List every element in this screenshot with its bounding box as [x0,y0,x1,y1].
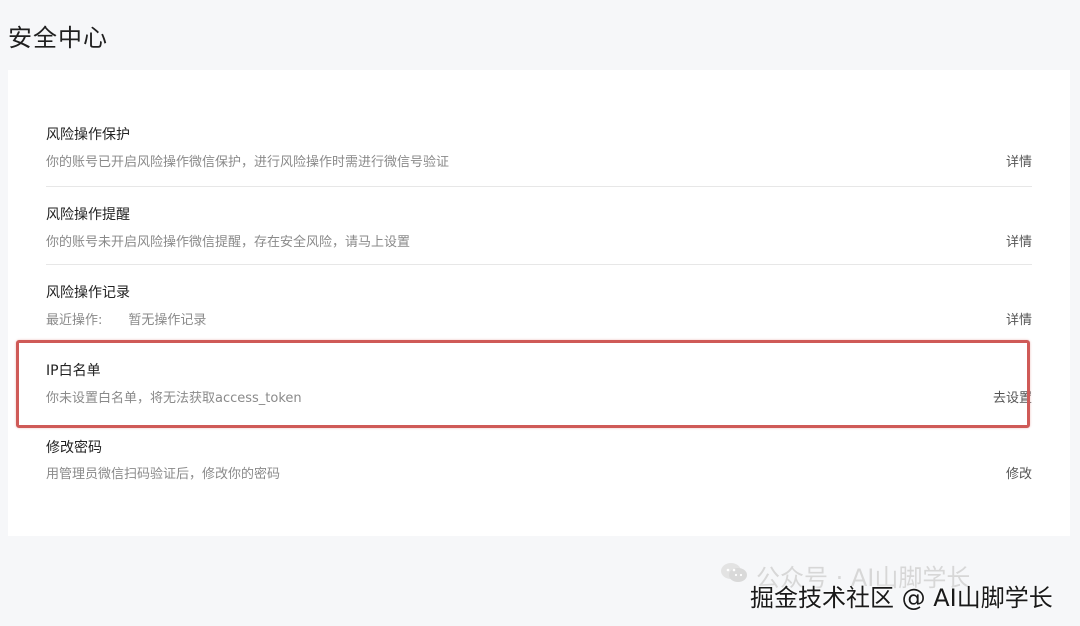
recent-operation-label: 最近操作: [46,313,103,328]
risk-protection-details-link[interactable]: 详情 [1006,151,1032,170]
risk-protection-title: 风险操作保护 [46,127,130,143]
recent-operation-value: 暂无操作记录 [128,313,207,328]
risk-records-desc: 最近操作: 暂无操作记录 [46,309,206,328]
security-settings-card: 风险操作保护 你的账号已开启风险操作微信保护，进行风险操作时需进行微信号验证 详… [8,70,1070,536]
risk-protection-desc: 你的账号已开启风险操作微信保护，进行风险操作时需进行微信号验证 [46,155,450,170]
change-password-desc: 用管理员微信扫码验证后，修改你的密码 [46,467,281,482]
risk-records-title: 风险操作记录 [46,285,130,301]
wechat-icon [720,562,748,590]
risk-records-details-link[interactable]: 详情 [1006,309,1032,328]
change-password-title: 修改密码 [46,440,102,456]
risk-reminder-title: 风险操作提醒 [46,207,130,223]
list-item-risk-records: 风险操作记录 最近操作: 暂无操作记录 详情 [46,264,1032,342]
change-password-link[interactable]: 修改 [1006,463,1032,482]
list-item-risk-reminder: 风险操作提醒 你的账号未开启风险操作微信提醒，存在安全风险，请马上设置 详情 [46,186,1032,265]
watermark-main: 掘金技术社区 @ AI山脚学长 [750,584,1053,612]
highlight-box [16,340,1030,428]
risk-reminder-desc: 你的账号未开启风险操作微信提醒，存在安全风险，请马上设置 [46,235,411,250]
risk-reminder-details-link[interactable]: 详情 [1006,231,1032,250]
page-title: 安全中心 [8,24,108,52]
list-item-risk-protection: 风险操作保护 你的账号已开启风险操作微信保护，进行风险操作时需进行微信号验证 详… [46,70,1032,187]
list-item-change-password: 修改密码 用管理员微信扫码验证后，修改你的密码 修改 [46,420,1032,498]
